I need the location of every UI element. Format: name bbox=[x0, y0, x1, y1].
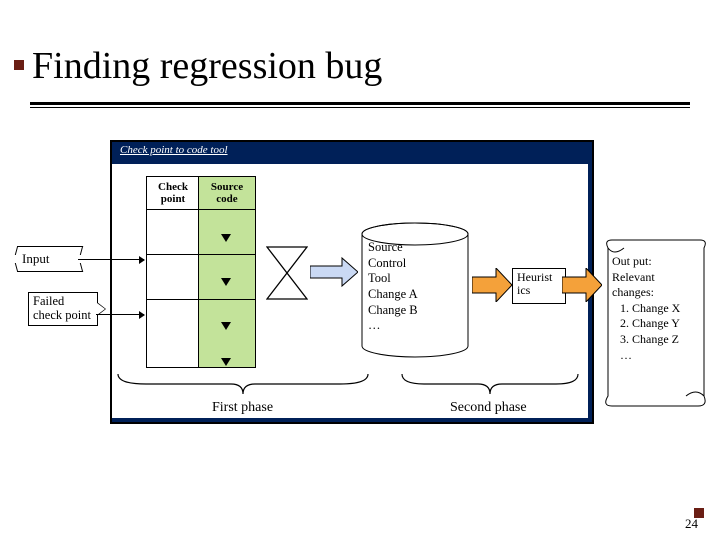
phase-1-label: First phase bbox=[212, 400, 273, 416]
source-control-cylinder: Source Control Tool Change A Change B … bbox=[360, 222, 470, 358]
input-label: Input bbox=[16, 246, 80, 272]
arrow-to-heuristics bbox=[472, 268, 512, 302]
cylinder-text: Source Control Tool Change A Change B … bbox=[368, 240, 464, 334]
column-check-point-header: Check point bbox=[147, 177, 199, 210]
arrow-to-source-control bbox=[310, 256, 358, 288]
failed-check-point-label: Failed check point bbox=[33, 294, 91, 322]
arrow-down-icon bbox=[221, 322, 231, 330]
brace-first-phase-icon bbox=[116, 372, 370, 396]
accent-square-top bbox=[14, 60, 24, 70]
column-check-point: Check point bbox=[146, 176, 200, 368]
slide: Finding regression bug Check point to co… bbox=[0, 0, 720, 540]
failed-check-point-box: Failed check point bbox=[28, 292, 98, 326]
brace-second-phase-icon bbox=[400, 372, 580, 396]
input-flag: Input bbox=[16, 246, 80, 272]
column-source-code-header: Source code bbox=[199, 177, 255, 210]
bowtie-icon bbox=[266, 246, 308, 300]
title-rule bbox=[30, 102, 690, 108]
heuristics-label: Heurist ics bbox=[517, 270, 552, 297]
input-arrow-icon bbox=[78, 259, 144, 260]
output-scroll: Out put: Relevant changes: 1. Change X 2… bbox=[600, 238, 708, 408]
page-number: 24 bbox=[685, 516, 698, 532]
slide-title: Finding regression bug bbox=[32, 44, 382, 88]
arrow-to-output bbox=[562, 268, 602, 302]
arrow-down-icon bbox=[221, 234, 231, 242]
heuristics-box: Heurist ics bbox=[512, 268, 566, 304]
failed-arrow-icon bbox=[96, 314, 144, 315]
arrow-down-icon bbox=[221, 278, 231, 286]
output-text: Out put: Relevant changes: 1. Change X 2… bbox=[612, 254, 702, 363]
phase-2-label: Second phase bbox=[450, 400, 527, 416]
tool-frame-label: Check point to code tool bbox=[120, 144, 228, 156]
arrow-down-icon bbox=[221, 358, 231, 366]
column-source-code: Source code bbox=[198, 176, 256, 368]
